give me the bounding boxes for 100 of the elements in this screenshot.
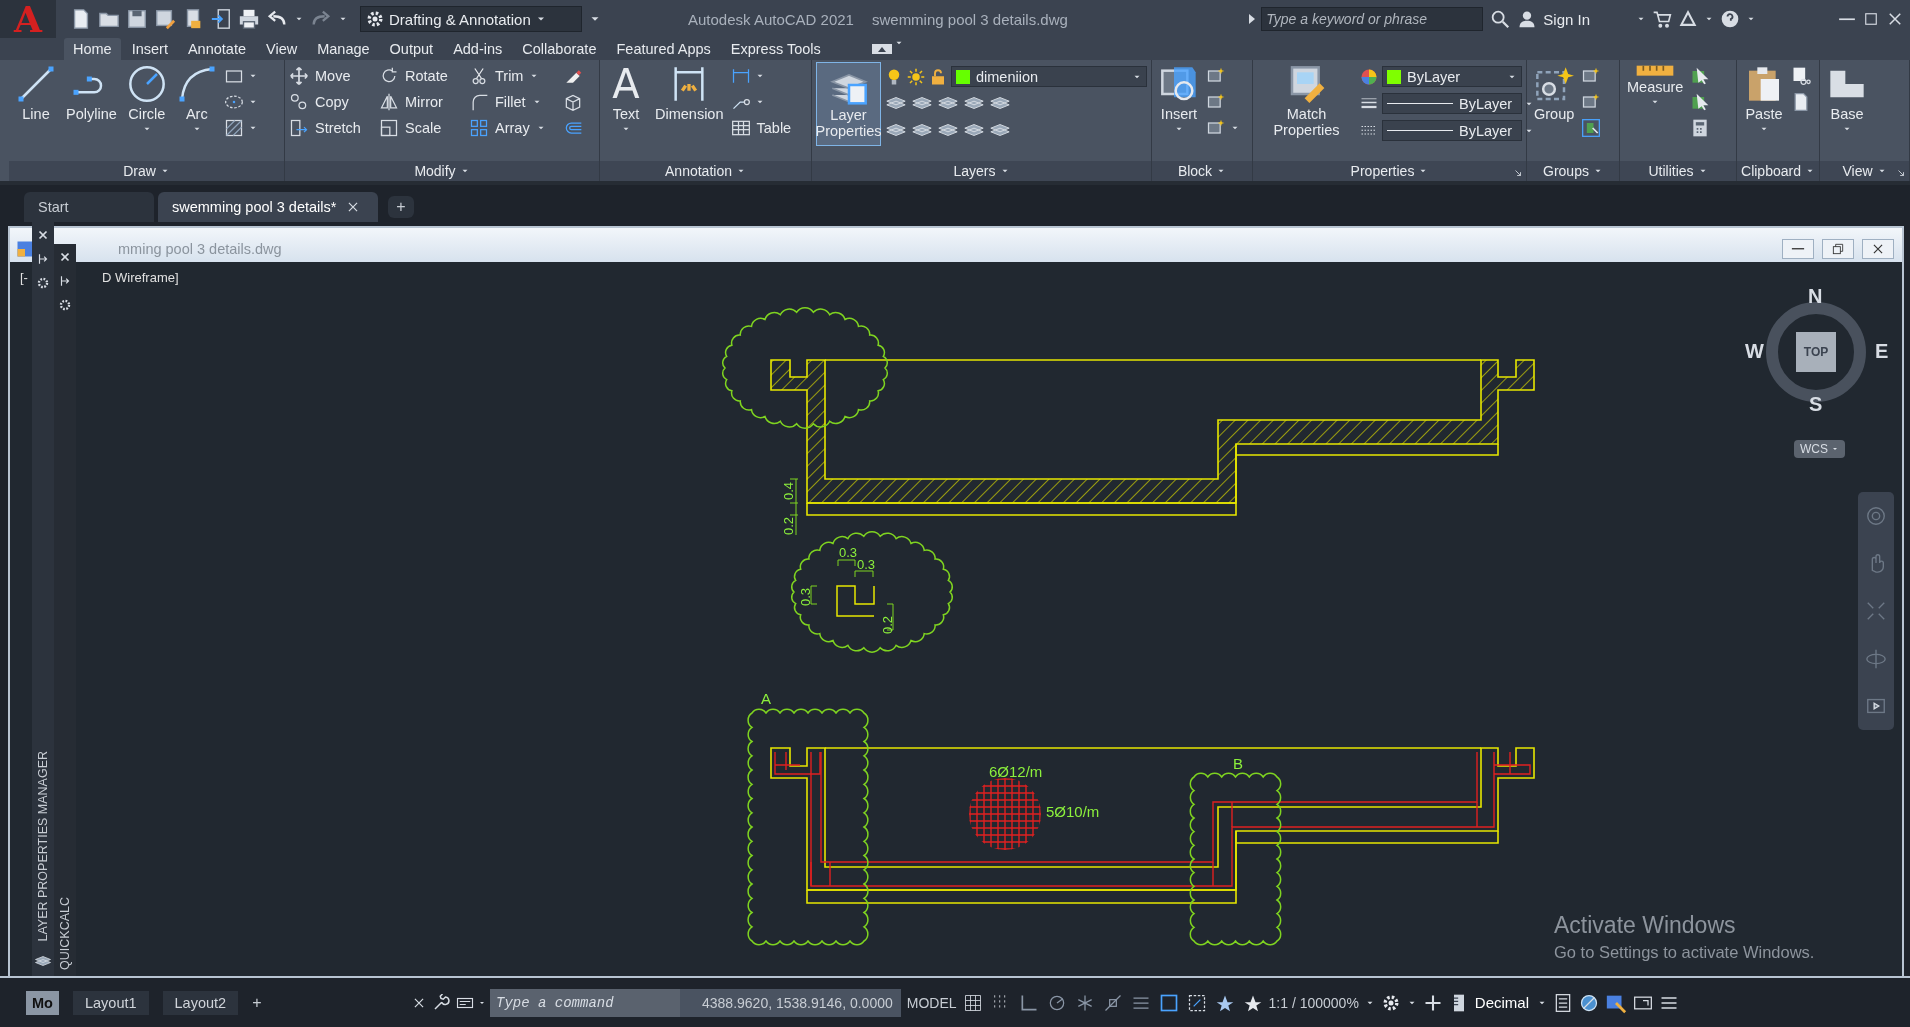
ribbon-tab[interactable]: Collaborate	[513, 38, 606, 60]
mirror-icon	[379, 92, 399, 112]
tool-button[interactable]: Dimension	[652, 62, 727, 124]
color-wheel-icon	[1360, 67, 1378, 86]
visual-style-label[interactable]: D Wireframe]	[102, 270, 179, 285]
document-tab[interactable]: Start	[24, 192, 154, 222]
compass-letter: N	[1808, 285, 1823, 308]
tool-button[interactable]: Move	[289, 66, 379, 86]
palette-tab[interactable]: QUICKCALC	[58, 897, 72, 970]
tool-button[interactable]: Paste	[1741, 62, 1787, 136]
palette-close-icon	[58, 250, 72, 264]
panel-title[interactable]: Draw	[123, 163, 156, 179]
tool-button[interactable]: Group	[1531, 62, 1578, 124]
tool-button[interactable]: Match Properties	[1257, 62, 1356, 140]
ribbon-tab[interactable]: Insert	[122, 38, 177, 60]
model-space-button[interactable]: MODEL	[906, 988, 957, 1017]
copy-icon	[289, 92, 309, 112]
ribbon-tab[interactable]: Express Tools	[721, 38, 830, 60]
new-tab-button[interactable]: +	[388, 196, 414, 218]
tool-button[interactable]: Copy	[289, 92, 379, 112]
quick-select-icon	[1690, 92, 1711, 112]
compass-letter: W	[1745, 340, 1764, 363]
tool-button[interactable]: Fillet	[469, 92, 559, 112]
search-icon	[1489, 8, 1512, 30]
minimize-icon	[1791, 247, 1805, 251]
restore-button[interactable]	[1822, 239, 1854, 259]
tool-button[interactable]: Mirror	[379, 92, 469, 112]
wrench-icon	[432, 993, 450, 1012]
tool-button[interactable]: Stretch	[289, 118, 379, 138]
panel-title[interactable]: Properties	[1350, 163, 1415, 179]
close-button[interactable]	[36, 228, 50, 242]
layout-tab[interactable]: Layout1	[72, 990, 149, 1015]
ribbon-toggle-icon[interactable]	[871, 44, 892, 54]
ucs-menu[interactable]: WCS	[1794, 440, 1845, 458]
tool-button[interactable]: Circle	[123, 62, 170, 136]
close-button[interactable]	[1862, 239, 1894, 259]
tool-button[interactable]: Arc	[173, 62, 220, 136]
property-dropdown[interactable]: ByLayer	[1382, 66, 1522, 87]
import-icon	[210, 8, 232, 30]
ribbon-tab[interactable]: Featured Apps	[607, 38, 720, 60]
cube-face[interactable]: TOP	[1796, 332, 1836, 372]
document-name: swemming pool 3 details.dwg	[871, 10, 1068, 28]
close-icon	[1886, 10, 1904, 28]
ribbon-tab[interactable]: View	[257, 38, 307, 60]
tool-button[interactable]: Insert	[1156, 62, 1202, 136]
tool-button[interactable]: Base	[1824, 62, 1870, 136]
close-button[interactable]	[58, 250, 72, 264]
ribbon-tab[interactable]: Annotate	[178, 38, 255, 60]
tool-button[interactable]: Rotate	[379, 66, 469, 86]
expand-icon[interactable]	[1249, 14, 1256, 24]
units-dropdown[interactable]: Decimal	[1474, 988, 1548, 1017]
dimension-text: 0.4	[781, 481, 796, 500]
line-icon	[16, 64, 56, 104]
tool-button[interactable]: Measure	[1624, 62, 1687, 110]
ribbon-tab[interactable]: Home	[64, 38, 121, 60]
pin-button[interactable]	[58, 274, 72, 288]
cloud-label: A	[761, 690, 771, 707]
zoom-extents-icon	[1865, 600, 1887, 622]
quick-select-icon	[1690, 66, 1711, 86]
dialog-launcher-icon	[1513, 168, 1523, 178]
panel-title[interactable]: Modify	[414, 163, 456, 179]
sign-in-button[interactable]: Sign In	[1517, 9, 1590, 29]
ribbon-tab[interactable]: Add-ins	[444, 38, 512, 60]
tool-button[interactable]: Trim	[469, 66, 559, 86]
save-icon	[126, 8, 148, 30]
scale-icon	[379, 118, 399, 138]
tool-button[interactable]: Polyline	[63, 62, 120, 124]
text-tool-icon: A	[612, 64, 640, 104]
settings-button[interactable]	[58, 298, 72, 312]
tool-button[interactable]: Line	[13, 62, 59, 124]
palette-tab[interactable]: LAYER PROPERTIES MANAGER	[36, 751, 50, 942]
tool-button[interactable]: A Text	[604, 62, 648, 136]
isolate-icon	[1579, 992, 1600, 1013]
workspace-dropdown[interactable]: Drafting & Annotation	[360, 6, 582, 32]
compass-letter: E	[1875, 340, 1889, 363]
tool-button[interactable]: Table	[730, 118, 792, 138]
selection-icon	[1158, 992, 1179, 1013]
ribbon-tab[interactable]: Output	[380, 38, 443, 60]
command-field[interactable]: Type a command	[490, 988, 680, 1017]
settings-button[interactable]	[36, 276, 50, 290]
move-icon	[289, 66, 309, 86]
document-tab[interactable]: swemming pool 3 details*	[158, 192, 378, 222]
search-field[interactable]: Type a keyword or phrase	[1261, 7, 1484, 31]
dimension-text: 0.3	[798, 587, 813, 606]
viewport-controls[interactable]: [-	[20, 270, 28, 285]
pin-icon	[36, 252, 50, 266]
tool-button[interactable]: Array	[469, 118, 559, 138]
tool-button[interactable]: Scale	[379, 118, 469, 138]
dialog-launcher-icon	[1896, 168, 1906, 178]
window-title: Autodesk AutoCAD 2021	[688, 10, 854, 28]
layout-tab[interactable]: Mo	[26, 990, 59, 1015]
ribbon-tab[interactable]: Manage	[308, 38, 379, 60]
annotation-scale-button[interactable]: 1:1 / 100000%	[1268, 988, 1359, 1017]
layout-tab[interactable]: Layout2	[162, 990, 239, 1015]
pin-button[interactable]	[36, 252, 50, 266]
layer-dropdown[interactable]: dimeniion	[951, 66, 1147, 87]
stretch-icon	[289, 118, 309, 138]
panel-title[interactable]: Layers	[953, 163, 996, 179]
triangle-icon	[1678, 9, 1698, 29]
add-layout-button[interactable]: +	[252, 993, 262, 1012]
